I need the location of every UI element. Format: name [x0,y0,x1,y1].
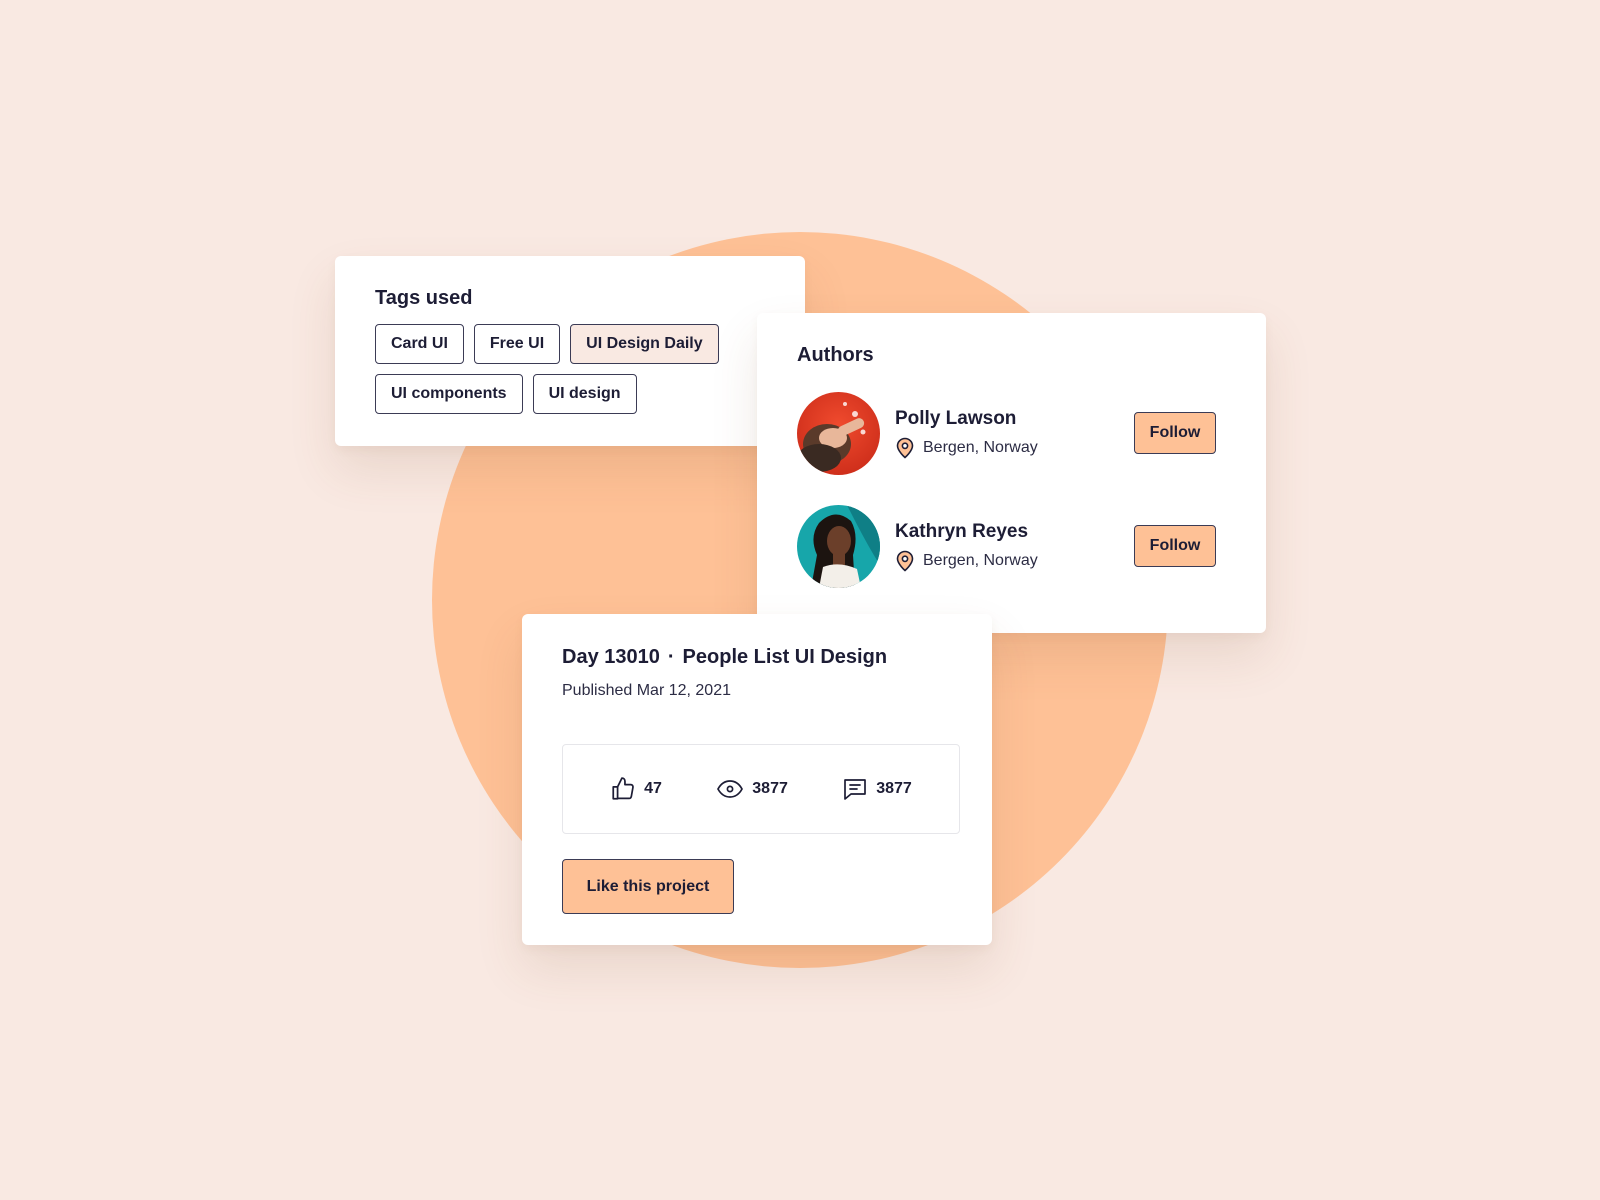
eye-icon [717,780,744,798]
views-stat[interactable]: 3877 [716,778,788,800]
map-pin-icon [896,550,914,572]
author-info: Polly Lawson Bergen, Norway [895,407,1038,459]
author-location-text: Bergen, Norway [923,439,1038,456]
tags-card: Tags used Card UI Free UI UI Design Dail… [335,256,805,446]
tag-card-ui[interactable]: Card UI [375,324,464,364]
follow-button[interactable]: Follow [1134,525,1216,567]
post-day: Day 13010 [562,646,660,668]
comment-icon [844,779,867,800]
follow-button[interactable]: Follow [1134,412,1216,454]
tag-ui-components[interactable]: UI components [375,374,523,414]
thumbs-up-icon [612,777,635,800]
map-pin-icon [896,437,914,459]
author-name[interactable]: Kathryn Reyes [895,520,1038,544]
avatar-kathryn-reyes[interactable] [797,504,880,588]
views-count: 3877 [752,780,788,797]
post-name: People List UI Design [682,646,888,668]
author-location: Bergen, Norway [895,437,1038,459]
tag-ui-design-daily[interactable]: UI Design Daily [570,324,719,364]
stats-bar: 47 3877 3877 [562,744,960,834]
likes-count: 47 [644,780,662,797]
title-separator: · [667,646,675,668]
likes-stat[interactable]: 47 [610,776,662,802]
comments-count: 3877 [876,780,912,797]
author-info: Kathryn Reyes Bergen, Norway [895,520,1038,572]
tag-free-ui[interactable]: Free UI [473,324,561,364]
tag-list: Card UI Free UI UI Design Daily UI compo… [375,324,735,414]
avatar-polly-lawson[interactable] [797,391,880,475]
author-name[interactable]: Polly Lawson [895,407,1038,431]
authors-card-title: Authors [797,344,874,366]
post-title: Day 13010 · People List UI Design [562,644,952,670]
author-location-text: Bergen, Norway [923,552,1038,569]
like-project-button[interactable]: Like this project [562,859,734,914]
authors-card: Authors Polly Lawson Bergen, Norway Foll… [757,313,1266,633]
comments-stat[interactable]: 3877 [842,777,912,801]
post-card: Day 13010 · People List UI Design Publis… [522,614,992,945]
published-date: Published Mar 12, 2021 [562,682,731,699]
tags-card-title: Tags used [375,287,473,309]
tag-ui-design[interactable]: UI design [532,374,637,414]
author-row: Kathryn Reyes Bergen, Norway Follow [797,504,1226,588]
author-location: Bergen, Norway [895,550,1038,572]
author-row: Polly Lawson Bergen, Norway Follow [797,391,1226,475]
